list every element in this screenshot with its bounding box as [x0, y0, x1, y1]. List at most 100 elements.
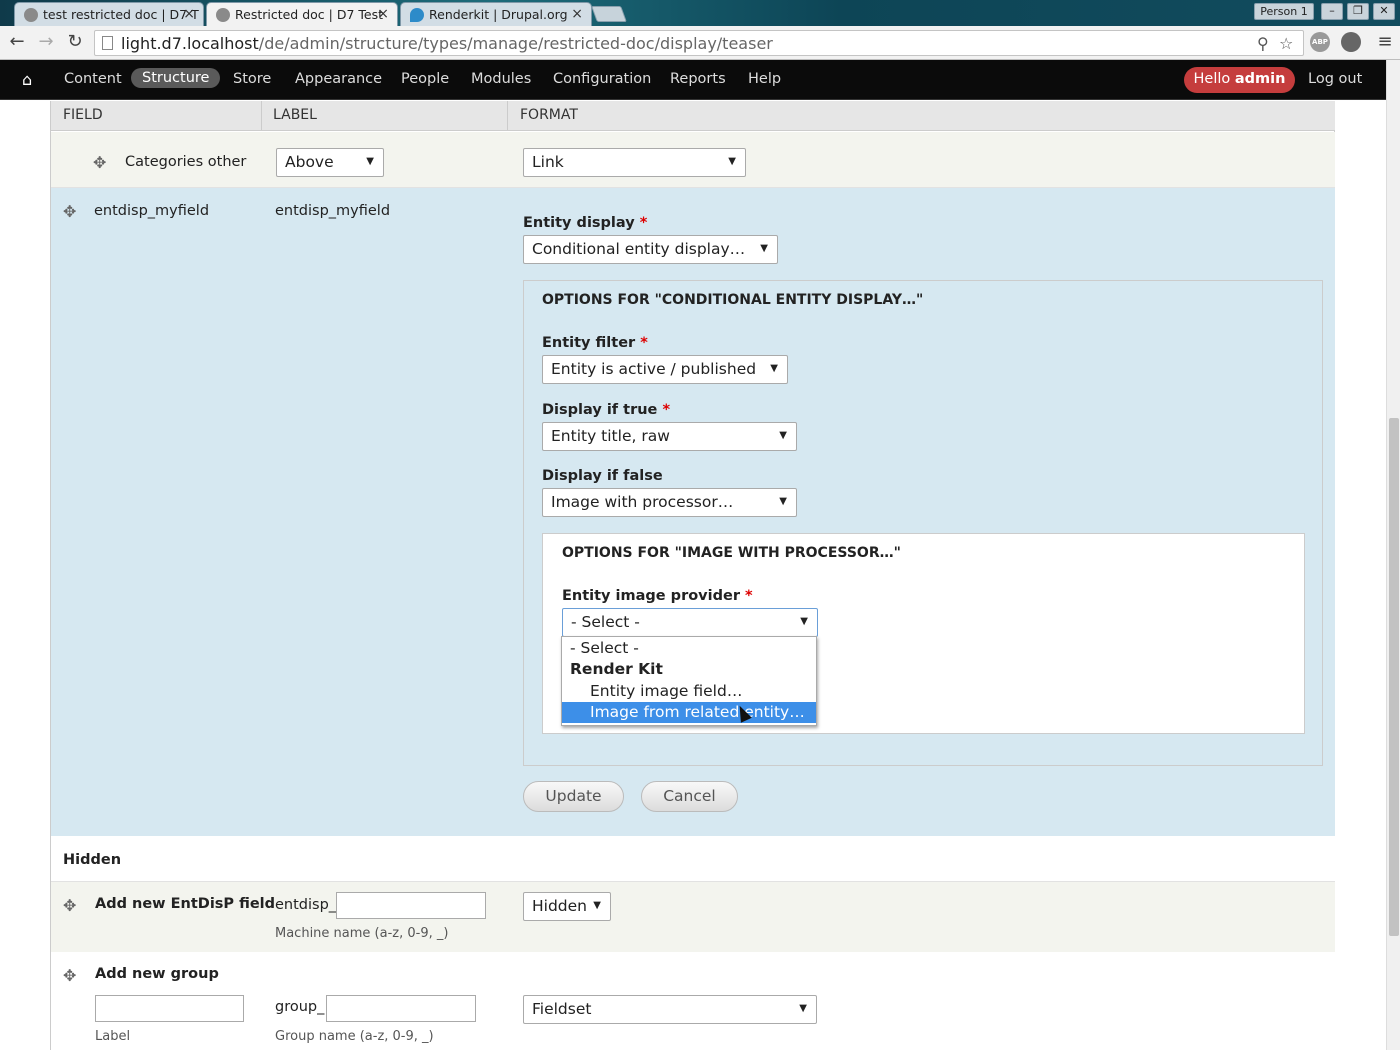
add-field-row: ✥ Add new EntDisP field entdisp_ Machine… — [51, 882, 1335, 952]
chevron-down-icon: ▼ — [366, 156, 374, 167]
display-true-label: Display if true * — [542, 402, 670, 418]
inner-options-title: OPTIONS FOR "IMAGE WITH PROCESSOR…" — [562, 545, 901, 561]
chrome-menu-icon[interactable]: ≡ — [1373, 31, 1397, 52]
label-select[interactable]: Above ▼ — [276, 148, 384, 177]
entity-filter-label: Entity filter * — [542, 335, 648, 351]
menu-store[interactable]: Store — [233, 71, 271, 87]
adblock-icon[interactable]: ABP — [1310, 32, 1330, 52]
zoom-icon[interactable]: ⚲ — [1257, 34, 1269, 53]
main-content: FIELD LABEL FORMAT ✥ Categories other Ab… — [0, 101, 1386, 1050]
cancel-button[interactable]: Cancel — [641, 781, 738, 812]
chevron-down-icon: ▼ — [770, 363, 778, 374]
group-label-description: Label — [95, 1029, 131, 1044]
select-value: - Select - — [571, 613, 640, 631]
menu-configuration[interactable]: Configuration — [553, 71, 651, 87]
chevron-down-icon: ▼ — [593, 900, 601, 911]
group-name-input[interactable] — [326, 995, 476, 1022]
chevron-down-icon: ▼ — [760, 243, 768, 254]
header-field: FIELD — [63, 107, 103, 123]
drupal-gear-icon — [24, 8, 38, 22]
url-text[interactable]: light.d7.localhost/de/admin/structure/ty… — [121, 34, 773, 53]
chevron-down-icon: ▼ — [799, 1003, 807, 1014]
page-scrollbar[interactable] — [1386, 60, 1400, 1050]
image-provider-label: Entity image provider * — [562, 588, 753, 604]
required-marker: * — [662, 402, 671, 418]
admin-menu: ⌂ Content Structure Store Appearance Peo… — [0, 60, 1386, 100]
select-value: Conditional entity display… — [532, 240, 746, 258]
select-value: Hidden — [532, 897, 587, 915]
username: admin — [1234, 71, 1286, 87]
hello-user-badge[interactable]: Hello admin — [1184, 67, 1295, 93]
select-value: Entity is active / published — [551, 360, 757, 378]
drag-handle-icon[interactable]: ✥ — [63, 202, 76, 221]
chevron-down-icon: ▼ — [800, 616, 808, 627]
forward-icon[interactable]: → — [34, 31, 58, 52]
dropdown-option-highlighted[interactable]: Image from related entity… — [562, 702, 816, 723]
field-name: entdisp_myfield — [94, 203, 210, 219]
add-group-label: Add new group — [95, 966, 219, 982]
widget-select[interactable]: Hidden ▼ — [523, 892, 611, 921]
image-provider-dropdown-list: - Select - Render Kit Entity image field… — [561, 636, 817, 726]
address-bar[interactable]: light.d7.localhost/de/admin/structure/ty… — [94, 30, 1304, 56]
group-label-input[interactable] — [95, 995, 244, 1022]
dropdown-option[interactable]: Entity image field… — [562, 681, 816, 702]
close-tab-icon[interactable]: × — [377, 6, 389, 22]
close-tab-icon[interactable]: × — [183, 6, 195, 22]
scrollbar-thumb[interactable] — [1389, 418, 1399, 936]
tab-title: test restricted doc | D7 T — [43, 7, 199, 22]
update-button[interactable]: Update — [523, 781, 624, 812]
display-false-label: Display if false — [542, 468, 663, 484]
drag-handle-icon[interactable]: ✥ — [93, 153, 106, 172]
select-value: Image with processor… — [551, 493, 734, 511]
logout-link[interactable]: Log out — [1308, 71, 1362, 87]
reload-icon[interactable]: ↻ — [63, 31, 87, 52]
drag-handle-icon[interactable]: ✥ — [63, 966, 76, 985]
display-false-select[interactable]: Image with processor… ▼ — [542, 488, 797, 517]
profile-button[interactable]: Person 1 — [1254, 3, 1314, 20]
header-label: LABEL — [273, 107, 317, 123]
url-path: /de/admin/structure/types/manage/restric… — [258, 34, 773, 53]
close-window-icon[interactable]: ✕ — [1373, 3, 1395, 20]
menu-appearance[interactable]: Appearance — [295, 71, 382, 87]
browser-toolbar: ← → ↻ light.d7.localhost/de/admin/struct… — [0, 26, 1400, 60]
image-provider-select[interactable]: - Select - ▼ — [562, 608, 818, 637]
dropdown-option[interactable]: - Select - — [562, 638, 816, 659]
browser-tab-1[interactable]: test restricted doc | D7 T × — [14, 2, 204, 26]
menu-modules[interactable]: Modules — [471, 71, 531, 87]
restore-icon[interactable]: ❐ — [1347, 3, 1369, 20]
page-icon — [102, 36, 113, 50]
menu-content[interactable]: Content — [64, 71, 122, 87]
minimize-icon[interactable]: – — [1321, 3, 1343, 20]
close-tab-icon[interactable]: × — [571, 6, 583, 22]
header-format: FORMAT — [520, 107, 578, 123]
chevron-down-icon: ▼ — [779, 430, 787, 441]
required-marker: * — [640, 335, 648, 351]
menu-reports[interactable]: Reports — [670, 71, 726, 87]
machine-name-input[interactable] — [336, 892, 486, 919]
entity-display-select[interactable]: Conditional entity display… ▼ — [523, 235, 778, 264]
format-select[interactable]: Link ▼ — [523, 148, 746, 177]
drupal-gear-icon — [216, 8, 230, 22]
display-true-select[interactable]: Entity title, raw ▼ — [542, 422, 797, 451]
browser-tab-2[interactable]: Restricted doc | D7 Test × — [206, 2, 398, 27]
group-format-select[interactable]: Fieldset ▼ — [523, 995, 817, 1024]
label-text: Entity display — [523, 215, 635, 231]
new-tab-button[interactable] — [591, 6, 627, 22]
menu-structure[interactable]: Structure — [131, 68, 221, 88]
chevron-down-icon: ▼ — [779, 496, 787, 507]
home-icon[interactable]: ⌂ — [22, 70, 32, 89]
menu-help[interactable]: Help — [748, 71, 781, 87]
browser-tab-strip: test restricted doc | D7 T × Restricted … — [0, 0, 1400, 27]
extension-icon[interactable] — [1341, 32, 1361, 52]
field-label: entdisp_myfield — [275, 203, 391, 219]
entity-filter-select[interactable]: Entity is active / published ▼ — [542, 355, 788, 384]
back-icon[interactable]: ← — [5, 31, 29, 52]
table-header: FIELD LABEL FORMAT — [51, 101, 1335, 131]
menu-people[interactable]: People — [401, 71, 449, 87]
machine-name-description: Machine name (a-z, 0-9, _) — [275, 926, 449, 941]
label-text: Display if true — [542, 402, 658, 418]
browser-tab-3[interactable]: Renderkit | Drupal.org × — [400, 2, 592, 26]
bookmark-star-icon[interactable]: ☆ — [1279, 34, 1293, 53]
group-prefix: group_ — [275, 999, 325, 1015]
drag-handle-icon[interactable]: ✥ — [63, 896, 76, 915]
